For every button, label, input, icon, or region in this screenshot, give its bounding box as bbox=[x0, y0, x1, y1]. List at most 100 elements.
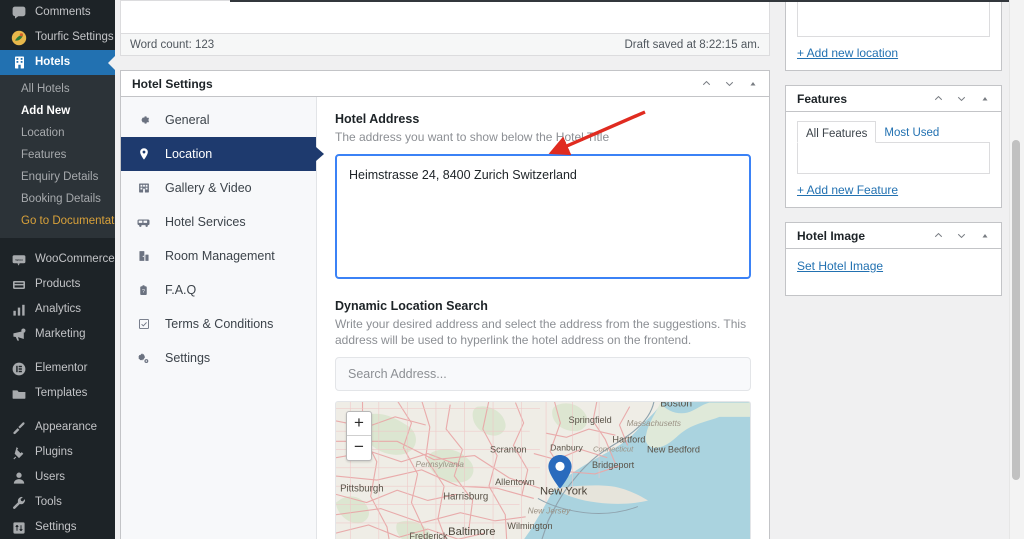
door-icon bbox=[135, 249, 152, 263]
sidebar-item-products[interactable]: Products bbox=[0, 272, 115, 297]
sidebar-label: Users bbox=[35, 471, 66, 483]
sidebar-item-elementor[interactable]: Elementor bbox=[0, 356, 115, 381]
metabox-sidebar-column: + Add new location Features All Features… bbox=[780, 0, 1024, 539]
sidebar-item-hotels[interactable]: Hotels bbox=[0, 50, 115, 75]
folder-icon bbox=[10, 385, 28, 403]
hotel-address-description: The address you want to show below the H… bbox=[335, 130, 610, 144]
tab-settings[interactable]: Settings bbox=[121, 341, 316, 375]
sidebar-item-comments[interactable]: Comments bbox=[0, 0, 115, 25]
location-panel: Hotel Address The address you want to sh… bbox=[317, 97, 769, 539]
map-zoom-out-button[interactable]: − bbox=[347, 436, 371, 460]
metabox-handles bbox=[696, 73, 767, 94]
location-box-inner: + Add new location bbox=[786, 0, 1001, 70]
map-marker-pin[interactable] bbox=[548, 455, 572, 489]
tab-general[interactable]: General bbox=[121, 103, 316, 137]
submenu-item-enquiry-details[interactable]: Enquiry Details bbox=[0, 166, 115, 188]
tab-label: Location bbox=[165, 147, 213, 161]
sidebar-item-appearance[interactable]: Appearance bbox=[0, 415, 115, 440]
post-editor-area[interactable] bbox=[120, 0, 770, 33]
sidebar-item-tourfic-settings[interactable]: Tourfic Settings bbox=[0, 25, 115, 50]
svg-text:Allentown: Allentown bbox=[495, 477, 535, 487]
sidebar-label: Appearance bbox=[35, 421, 98, 433]
svg-text:?: ? bbox=[142, 288, 145, 294]
add-new-location-link[interactable]: + Add new location bbox=[797, 46, 898, 60]
tab-gallery-video[interactable]: Gallery & Video bbox=[121, 171, 316, 205]
sidebar-item-woocommerce[interactable]: woo WooCommerce bbox=[0, 247, 115, 272]
dynamic-location-search-description: Write your desired address and select th… bbox=[335, 317, 747, 347]
sidebar-label: Plugins bbox=[35, 446, 73, 458]
menu-separator bbox=[0, 347, 115, 356]
tab-terms-conditions[interactable]: Terms & Conditions bbox=[121, 307, 316, 341]
svg-text:Springfield: Springfield bbox=[568, 415, 611, 425]
map-pin-icon bbox=[135, 147, 152, 161]
add-new-feature-link[interactable]: + Add new Feature bbox=[797, 183, 898, 197]
admin-sidebar: Comments Tourfic Settings Hotels All Hot… bbox=[0, 0, 115, 539]
move-up-icon[interactable] bbox=[696, 73, 717, 94]
move-up-icon[interactable] bbox=[928, 88, 949, 109]
svg-text:Massachusetts: Massachusetts bbox=[627, 419, 681, 428]
features-box-header: Features bbox=[786, 86, 1001, 112]
submenu-item-features[interactable]: Features bbox=[0, 144, 115, 166]
word-count: Word count: 123 bbox=[130, 38, 215, 51]
metabox-handles bbox=[928, 225, 999, 246]
sidebar-item-tools[interactable]: Tools bbox=[0, 490, 115, 515]
map-zoom-in-button[interactable]: + bbox=[347, 412, 371, 436]
editor-status-bar: Word count: 123 Draft saved at 8:22:15 a… bbox=[120, 33, 770, 56]
menu-separator bbox=[0, 238, 115, 247]
dynamic-location-search-label: Dynamic Location Search bbox=[335, 299, 488, 313]
move-down-icon[interactable] bbox=[951, 88, 972, 109]
toggle-panel-icon[interactable] bbox=[974, 225, 995, 246]
toggle-panel-icon[interactable] bbox=[742, 73, 763, 94]
submenu-item-add-new[interactable]: Add New bbox=[0, 100, 115, 122]
checkbox-icon bbox=[135, 317, 152, 331]
sidebar-item-templates[interactable]: Templates bbox=[0, 381, 115, 406]
tab-all-features[interactable]: All Features bbox=[797, 121, 877, 143]
svg-text:Bridgeport: Bridgeport bbox=[592, 460, 635, 470]
tab-faq[interactable]: ? F.A.Q bbox=[121, 273, 316, 307]
sidebar-item-analytics[interactable]: Analytics bbox=[0, 297, 115, 322]
submenu-item-documentation[interactable]: Go to Documentation bbox=[0, 210, 115, 232]
move-up-icon[interactable] bbox=[928, 225, 949, 246]
sidebar-item-settings[interactable]: Settings bbox=[0, 515, 115, 539]
hotel-settings-body: General Location Gallery & Video Hotel S… bbox=[121, 97, 769, 539]
menu-separator bbox=[0, 406, 115, 415]
tab-room-management[interactable]: Room Management bbox=[121, 239, 316, 273]
sidebar-label: WooCommerce bbox=[35, 253, 115, 265]
submenu-item-booking-details[interactable]: Booking Details bbox=[0, 188, 115, 210]
tab-hotel-services[interactable]: Hotel Services bbox=[121, 205, 316, 239]
move-down-icon[interactable] bbox=[719, 73, 740, 94]
sidebar-label: Tools bbox=[35, 496, 62, 508]
location-map[interactable]: Boston Springfield Massachusetts Hartfor… bbox=[335, 401, 751, 539]
sidebar-item-marketing[interactable]: Marketing bbox=[0, 322, 115, 347]
svg-text:Connecticut: Connecticut bbox=[593, 445, 634, 454]
tab-label: Hotel Services bbox=[165, 215, 246, 229]
location-terms-list[interactable] bbox=[797, 0, 990, 37]
wrench-icon bbox=[10, 494, 28, 512]
set-hotel-image-link[interactable]: Set Hotel Image bbox=[797, 249, 990, 285]
submenu-item-location[interactable]: Location bbox=[0, 122, 115, 144]
page-scrollbar-thumb[interactable] bbox=[1012, 140, 1020, 480]
tab-most-used[interactable]: Most Used bbox=[876, 121, 947, 142]
tab-label: Room Management bbox=[165, 249, 275, 263]
move-down-icon[interactable] bbox=[951, 225, 972, 246]
sidebar-label: Elementor bbox=[35, 362, 88, 374]
hotel-address-label: Hotel Address bbox=[335, 112, 420, 126]
svg-text:Pittsburgh: Pittsburgh bbox=[340, 483, 384, 494]
submenu-item-all-hotels[interactable]: All Hotels bbox=[0, 78, 115, 100]
svg-text:Pennsylvania: Pennsylvania bbox=[416, 460, 465, 469]
search-address-input[interactable] bbox=[335, 357, 751, 391]
sidebar-label: Marketing bbox=[35, 328, 86, 340]
hotel-image-box-inner: Set Hotel Image bbox=[786, 249, 1001, 295]
chart-bars-icon bbox=[10, 301, 28, 319]
svg-text:Hartford: Hartford bbox=[612, 434, 645, 444]
bus-icon bbox=[135, 215, 152, 230]
hotel-settings-header: Hotel Settings bbox=[121, 71, 769, 97]
toggle-panel-icon[interactable] bbox=[974, 88, 995, 109]
tab-label: General bbox=[165, 113, 210, 127]
tab-location[interactable]: Location bbox=[121, 137, 324, 171]
sidebar-item-plugins[interactable]: Plugins bbox=[0, 440, 115, 465]
sidebar-item-users[interactable]: Users bbox=[0, 465, 115, 490]
hotel-address-input[interactable] bbox=[335, 154, 751, 279]
features-terms-list[interactable] bbox=[797, 143, 990, 174]
